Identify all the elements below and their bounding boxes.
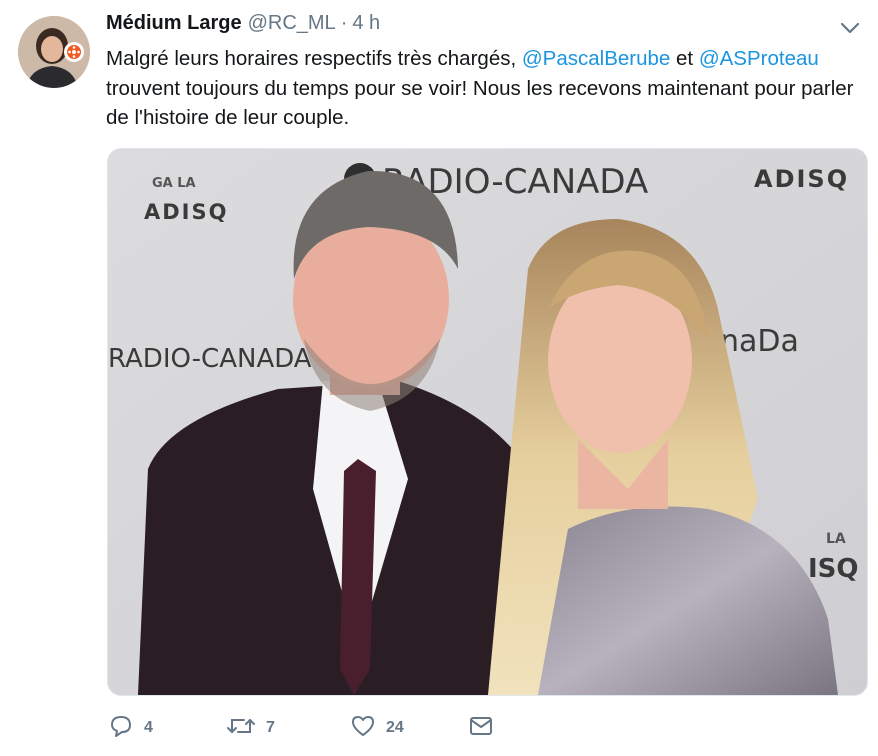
retweet-count: 7	[266, 719, 275, 736]
direct-message-button[interactable]	[468, 710, 494, 746]
heart-icon	[350, 714, 376, 743]
adisq-logo-text: ADISQ	[144, 200, 228, 224]
like-count: 24	[386, 719, 404, 736]
adisq-logo-text: ISQ	[808, 554, 859, 584]
tweet-actions: 4 7 24	[108, 710, 528, 746]
photo-image: GA LA ADISQ RADIO-CANADA ADISQ RADIO-CAN…	[108, 149, 867, 695]
separator-dot: ·	[340, 12, 348, 34]
adisq-logo-text: ADISQ	[754, 165, 849, 193]
author-name[interactable]: Médium Large	[106, 12, 242, 35]
tweet-text-part: trouvent toujours du temps pour se voir!…	[106, 76, 854, 130]
radio-canada-logo-text: naDa	[720, 324, 799, 359]
author-handle[interactable]: @RC_ML	[248, 12, 336, 35]
mention-link-pascalberube[interactable]: @PascalBerube	[522, 47, 670, 70]
mention-link-asproteau[interactable]: @ASProteau	[699, 47, 819, 70]
gala-logo-text: LA	[826, 531, 846, 547]
tweet-text-part: et	[670, 47, 699, 70]
like-button[interactable]: 24	[350, 710, 404, 746]
tweet-text: Malgré leurs horaires respectifs très ch…	[106, 44, 866, 133]
cbc-gem-icon	[64, 42, 84, 62]
author-avatar[interactable]	[18, 16, 90, 88]
radio-canada-logo-text: RADIO-CANADA	[108, 344, 312, 374]
tweet-text-part: Malgré leurs horaires respectifs très ch…	[106, 47, 522, 70]
gala-logo-text: GA LA	[152, 176, 196, 191]
reply-button[interactable]: 4	[108, 710, 153, 746]
reply-icon	[108, 714, 134, 743]
chevron-down-icon[interactable]	[838, 18, 862, 38]
reply-count: 4	[144, 719, 153, 736]
retweet-icon	[226, 714, 256, 743]
tweet-photo[interactable]: GA LA ADISQ RADIO-CANADA ADISQ RADIO-CAN…	[107, 148, 868, 696]
retweet-button[interactable]: 7	[226, 710, 275, 746]
envelope-icon	[468, 714, 494, 743]
tweet-header: Médium Large @RC_ML · 4 h	[106, 12, 380, 42]
tweet-timestamp[interactable]: 4 h	[352, 12, 380, 35]
